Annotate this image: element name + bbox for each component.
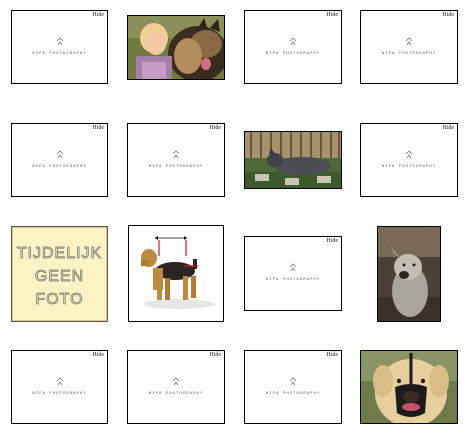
no-photo-line3: FOTO xyxy=(35,291,84,309)
hide-label[interactable]: Hide xyxy=(92,12,104,18)
placeholder-caption: NIPA PHOTOGRAPHY xyxy=(32,52,87,56)
hide-label[interactable]: Hide xyxy=(209,352,221,358)
hide-label[interactable]: Hide xyxy=(92,125,104,131)
photo-grey-dog[interactable] xyxy=(377,226,441,322)
hide-label[interactable]: Hide xyxy=(92,352,104,358)
airedale-measurement-image xyxy=(129,226,223,321)
camera-logo-icon xyxy=(405,150,413,159)
thumbnail-placeholder[interactable]: Hide NIPA PHOTOGRAPHY xyxy=(127,123,225,197)
thumbnail-placeholder[interactable]: Hide NIPA PHOTOGRAPHY xyxy=(244,236,342,311)
hide-label[interactable]: Hide xyxy=(209,125,221,131)
placeholder-caption: NIPA PHOTOGRAPHY xyxy=(265,278,321,282)
placeholder-caption: NIPA PHOTOGRAPHY xyxy=(265,392,321,396)
no-photo-placeholder[interactable]: TIJDELIJK GEEN FOTO xyxy=(11,226,108,322)
photo-airedale-measurement[interactable] xyxy=(128,225,224,322)
photo-child-with-dog[interactable] xyxy=(127,15,225,80)
placeholder-caption: NIPA PHOTOGRAPHY xyxy=(265,52,321,56)
thumbnail-grid: Hide NIPA PHOTOGRAPHY Hide NIPA PHOTOGRA… xyxy=(0,0,467,434)
camera-logo-icon xyxy=(56,377,63,386)
placeholder-caption: NIPA PHOTOGRAPHY xyxy=(148,392,204,396)
thumbnail-placeholder[interactable]: Hide NIPA PHOTOGRAPHY xyxy=(244,350,342,424)
placeholder-caption: NIPA PHOTOGRAPHY xyxy=(381,165,437,169)
placeholder-caption: NIPA PHOTOGRAPHY xyxy=(148,165,204,169)
child-with-dog-image xyxy=(128,16,224,79)
camera-logo-icon xyxy=(56,150,63,159)
thumbnail-placeholder[interactable]: Hide NIPA PHOTOGRAPHY xyxy=(11,123,108,197)
no-photo-line1: TIJDELIJK xyxy=(16,245,103,263)
placeholder-caption: NIPA PHOTOGRAPHY xyxy=(32,392,87,396)
photo-dog-lying-garden[interactable] xyxy=(244,131,342,189)
camera-logo-icon xyxy=(289,37,297,46)
camera-logo-icon xyxy=(405,37,413,46)
photo-muzzled-labrador[interactable] xyxy=(360,350,458,424)
thumbnail-placeholder[interactable]: Hide NIPA PHOTOGRAPHY xyxy=(11,350,108,424)
camera-logo-icon xyxy=(289,263,297,272)
camera-logo-icon xyxy=(172,377,180,386)
no-photo-text: TIJDELIJK GEEN FOTO xyxy=(12,242,107,311)
thumbnail-placeholder[interactable]: Hide NIPA PHOTOGRAPHY xyxy=(127,350,225,424)
muzzled-labrador-image xyxy=(361,351,457,423)
hide-label[interactable]: Hide xyxy=(326,238,338,244)
thumbnail-placeholder[interactable]: Hide NIPA PHOTOGRAPHY xyxy=(11,10,108,84)
camera-logo-icon xyxy=(289,377,297,386)
placeholder-caption: NIPA PHOTOGRAPHY xyxy=(381,52,437,56)
hide-label[interactable]: Hide xyxy=(442,125,454,131)
placeholder-caption: NIPA PHOTOGRAPHY xyxy=(32,165,87,169)
thumbnail-placeholder[interactable]: Hide NIPA PHOTOGRAPHY xyxy=(244,10,342,84)
hide-label[interactable]: Hide xyxy=(442,12,454,18)
camera-logo-icon xyxy=(56,37,63,46)
camera-logo-icon xyxy=(172,150,180,159)
hide-label[interactable]: Hide xyxy=(326,352,338,358)
thumbnail-placeholder[interactable]: Hide NIPA PHOTOGRAPHY xyxy=(360,10,458,84)
dog-lying-garden-image xyxy=(245,132,341,188)
no-photo-line2: GEEN xyxy=(34,268,85,286)
thumbnail-placeholder[interactable]: Hide NIPA PHOTOGRAPHY xyxy=(360,123,458,197)
grey-dog-image xyxy=(378,227,440,321)
hide-label[interactable]: Hide xyxy=(326,12,338,18)
